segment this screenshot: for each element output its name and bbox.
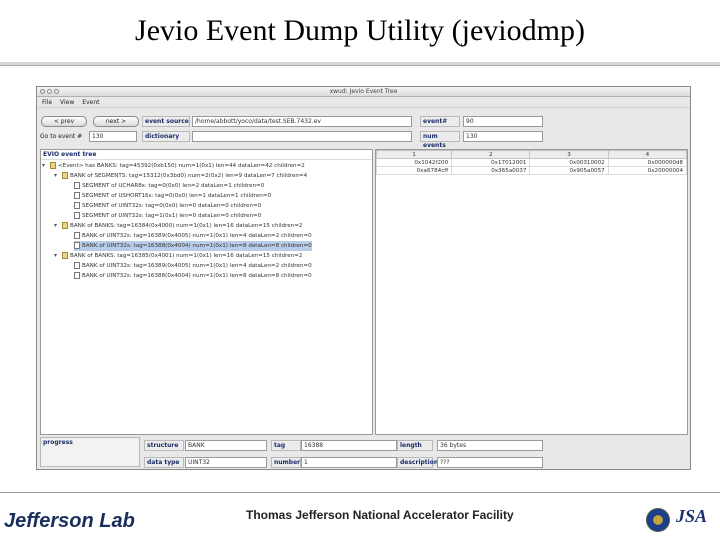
file-icon [74, 232, 80, 239]
tree-node[interactable]: SEGMENT of USHORT16s: tag=0(0x0) len=1 d… [74, 191, 271, 201]
tree-node-label: BANK of UINT32s: tag=16389(0x4005) num=1… [82, 233, 312, 239]
data-table: 1234 0x1042f200 0x17012001 0x00310002 0x000… [375, 150, 688, 175]
structure-label: structure [144, 440, 184, 451]
event-number-label: event# [420, 116, 460, 127]
tree-node[interactable]: SEGMENT of UINT32s: tag=0(0x0) len=0 dat… [74, 201, 261, 211]
tree-node[interactable]: BANK of UINT32s: tag=16388(0x4004) num=1… [74, 241, 312, 251]
tag-field: 16388 [301, 440, 397, 451]
tree-node[interactable]: BANK of UINT32s: tag=16389(0x4005) num=1… [74, 231, 312, 241]
file-icon [74, 242, 80, 249]
tree-toggle-icon[interactable]: ▾ [54, 221, 57, 231]
tree-header: EVIO event tree [41, 150, 372, 160]
file-icon [74, 202, 80, 209]
tree-toggle-icon[interactable]: ▾ [54, 251, 57, 261]
dictionary-label: dictionary [142, 131, 190, 142]
number-field: 1 [301, 457, 397, 468]
structure-field: BANK [185, 440, 267, 451]
menu-bar: File View Event [37, 98, 690, 108]
tree-node-label: <Event> has BANKS: tag=45392(0xb150) num… [58, 163, 305, 169]
length-label: length [397, 440, 433, 451]
dictionary-field[interactable] [192, 131, 412, 142]
menu-view[interactable]: View [60, 98, 74, 107]
tree-node[interactable]: BANK of BANKS: tag=16385(0x4001) num=1(0… [62, 251, 302, 261]
data-type-label: data type [144, 457, 184, 468]
event-tree-panel: EVIO event tree ▾ <Event> has BANKS: tag=… [40, 149, 373, 435]
file-icon [74, 192, 80, 199]
folder-icon [62, 172, 68, 179]
tree-node-label: BANK of SEGMENTS: tag=15312(0x3bd0) num=… [70, 173, 308, 179]
tree-node-label: BANK of UINT32s: tag=16389(0x4005) num=1… [82, 263, 312, 269]
table-cell: 0x000000d8 [607, 158, 688, 167]
goto-event-label: Go to event # [40, 133, 83, 140]
progress-panel: progress [40, 437, 140, 467]
table-column-header[interactable]: 3 [529, 150, 609, 159]
table-cell: 0x00310002 [529, 158, 609, 167]
table-row[interactable]: 0xa6784cff 0x365a0037 0x905a0057 0x20000004 [375, 166, 688, 175]
window-titlebar[interactable]: xwud: Jevio Event Tree [37, 87, 690, 97]
tree-toggle-icon[interactable]: ▾ [42, 161, 45, 171]
data-table-panel: 1234 0x1042f200 0x17012001 0x00310002 0x000… [375, 149, 688, 435]
event-source-label: event source [142, 116, 190, 127]
title-divider [0, 62, 720, 66]
table-row[interactable]: 0x1042f200 0x17012001 0x00310002 0x000000d8 [375, 158, 688, 167]
footer-divider [0, 492, 720, 493]
tree-node[interactable]: BANK of BANKS: tag=16384(0x4000) num=1(0… [62, 221, 302, 231]
tree-node-label: BANK of UINT32s: tag=16388(0x4004) num=1… [82, 273, 312, 279]
app-window: xwud: Jevio Event Tree File View Event <… [36, 86, 691, 470]
table-cell: 0x1042f200 [375, 158, 453, 167]
tree-toggle-icon[interactable]: ▾ [54, 171, 57, 181]
goto-event-field[interactable]: 130 [89, 131, 137, 142]
jsa-logo: JSA [676, 506, 708, 526]
jefferson-lab-logo: Jefferson Lab [4, 510, 135, 532]
file-icon [74, 212, 80, 219]
table-cell: 0xa6784cff [375, 166, 453, 175]
tree-node-label: BANK of BANKS: tag=16385(0x4001) num=1(0… [70, 253, 303, 259]
tree-node-label: SEGMENT of USHORT16s: tag=0(0x0) len=1 d… [82, 193, 272, 199]
num-events-field[interactable]: 130 [463, 131, 543, 142]
tag-label: tag [271, 440, 301, 451]
file-icon [74, 182, 80, 189]
number-label: number [271, 457, 301, 468]
tree-node-label: BANK of BANKS: tag=16384(0x4000) num=1(0… [70, 223, 303, 229]
menu-event[interactable]: Event [82, 98, 99, 107]
num-events-label: num events [420, 131, 460, 149]
table-cell: 0x20000004 [607, 166, 688, 175]
menu-file[interactable]: File [42, 98, 52, 107]
description-label: description [397, 457, 438, 468]
event-number-field[interactable]: 90 [463, 116, 543, 127]
doe-seal-icon [646, 508, 670, 532]
file-icon [74, 262, 80, 269]
tree-node-label: BANK of UINT32s: tag=16388(0x4004) num=1… [82, 243, 312, 249]
file-icon [74, 272, 80, 279]
tree-node[interactable]: BANK of UINT32s: tag=16389(0x4005) num=1… [74, 261, 312, 271]
event-source-field[interactable]: /home/abbott/yoco/data/test.SEB.7432.ev [192, 116, 412, 127]
folder-icon [50, 162, 56, 169]
tree-node[interactable]: SEGMENT of UCHAR8s: tag=0(0x0) len=2 dat… [74, 181, 264, 191]
tree-node-label: SEGMENT of UINT32s: tag=1(0x1) len=0 dat… [82, 213, 262, 219]
prev-button[interactable]: < prev [41, 116, 87, 127]
window-title: xwud: Jevio Event Tree [329, 88, 398, 95]
facility-name: Thomas Jefferson National Accelerator Fa… [246, 508, 514, 522]
tree-node-label: SEGMENT of UINT32s: tag=0(0x0) len=0 dat… [82, 203, 262, 209]
table-column-header[interactable]: 1 [375, 150, 453, 159]
table-column-header[interactable]: 4 [607, 150, 688, 159]
tree-node[interactable]: BANK of SEGMENTS: tag=15312(0x3bd0) num=… [62, 171, 307, 181]
tree-node[interactable]: BANK of UINT32s: tag=16388(0x4004) num=1… [74, 271, 312, 281]
table-cell: 0x365a0037 [451, 166, 531, 175]
tree-node-label: SEGMENT of UCHAR8s: tag=0(0x0) len=2 dat… [82, 183, 265, 189]
progress-label: progress [43, 439, 73, 446]
description-field: ??? [437, 457, 543, 468]
tree-node[interactable]: SEGMENT of UINT32s: tag=1(0x1) len=0 dat… [74, 211, 261, 221]
table-column-header[interactable]: 2 [451, 150, 531, 159]
slide-title: Jevio Event Dump Utility (jeviodmp) [135, 14, 585, 47]
next-button[interactable]: next > [93, 116, 139, 127]
length-field: 36 bytes [437, 440, 543, 451]
table-cell: 0x17012001 [451, 158, 531, 167]
table-cell: 0x905a0057 [529, 166, 609, 175]
data-type-field: UINT32 [185, 457, 267, 468]
folder-icon [62, 222, 68, 229]
folder-icon [62, 252, 68, 259]
tree-node[interactable]: <Event> has BANKS: tag=45392(0xb150) num… [50, 161, 305, 171]
